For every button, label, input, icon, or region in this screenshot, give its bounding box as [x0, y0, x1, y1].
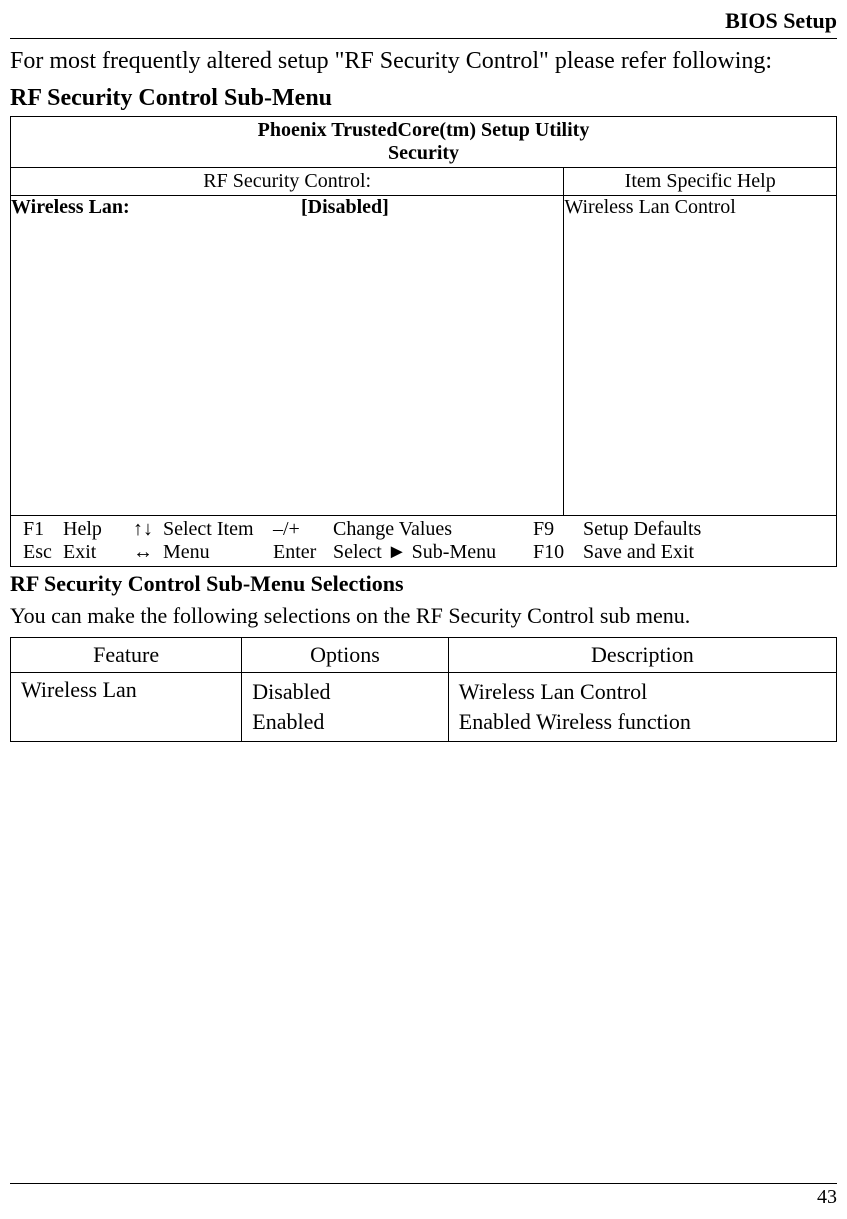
section-left-label: RF Security Control:	[11, 168, 563, 195]
section-right-label: Item Specific Help	[564, 168, 836, 195]
bios-utility-table: Phoenix TrustedCore(tm) Setup Utility Se…	[10, 116, 837, 567]
col-options: Options	[242, 638, 449, 673]
selections-table: Feature Options Description Wireless Lan…	[10, 637, 837, 742]
footer-divider	[10, 1183, 837, 1184]
cell-feature: Wireless Lan	[11, 673, 242, 742]
esc-label: Exit	[61, 541, 131, 564]
option-disabled: Disabled	[252, 677, 438, 707]
intro-paragraph: For most frequently altered setup "RF Se…	[10, 45, 837, 77]
bios-footer: F1 Help ↑↓ Select Item –/+ Change Values…	[11, 516, 837, 567]
f1-label: Help	[61, 518, 131, 541]
page-header-title: BIOS Setup	[10, 0, 837, 34]
arrows-left-right-icon: ↔	[131, 541, 161, 564]
enter-key: Enter	[271, 541, 331, 564]
bios-body-right: Wireless Lan Control	[564, 196, 837, 516]
wireless-lan-value[interactable]: [Disabled]	[301, 196, 389, 219]
f10-label: Save and Exit	[581, 541, 741, 564]
submenu-heading: RF Security Control Sub-Menu	[10, 85, 837, 112]
menu-label: Menu	[161, 541, 271, 564]
select-item-label: Select Item	[161, 518, 271, 541]
header-divider	[10, 38, 837, 39]
esc-key: Esc	[21, 541, 61, 564]
table-header-row: Feature Options Description	[11, 638, 837, 673]
table-row: Wireless Lan Disabled Enabled Wireless L…	[11, 673, 837, 742]
selections-heading: RF Security Control Sub-Menu Selections	[10, 571, 837, 597]
utility-title: Phoenix TrustedCore(tm) Setup Utility	[11, 117, 836, 142]
help-text: Wireless Lan Control	[564, 196, 836, 219]
f10-key: F10	[531, 541, 581, 564]
desc-line-2: Enabled Wireless function	[459, 707, 826, 737]
wireless-lan-row[interactable]: Wireless Lan: [Disabled]	[11, 196, 563, 219]
desc-line-1: Wireless Lan Control	[459, 677, 826, 707]
selections-intro: You can make the following selections on…	[10, 603, 837, 629]
f9-label: Setup Defaults	[581, 518, 741, 541]
arrows-up-down-icon: ↑↓	[131, 518, 161, 541]
f9-key: F9	[531, 518, 581, 541]
page-footer: 43	[10, 1183, 837, 1209]
f1-key: F1	[21, 518, 61, 541]
minus-plus-key: –/+	[271, 518, 331, 541]
bios-body-left: Wireless Lan: [Disabled]	[11, 196, 564, 516]
wireless-lan-label: Wireless Lan:	[11, 196, 301, 219]
col-feature: Feature	[11, 638, 242, 673]
select-submenu-label: Select ► Sub-Menu	[331, 541, 531, 564]
option-enabled: Enabled	[252, 707, 438, 737]
utility-subtitle: Security	[11, 142, 836, 167]
change-values-label: Change Values	[331, 518, 531, 541]
col-description: Description	[448, 638, 836, 673]
cell-options: Disabled Enabled	[242, 673, 449, 742]
page-number: 43	[10, 1186, 837, 1209]
cell-description: Wireless Lan Control Enabled Wireless fu…	[448, 673, 836, 742]
